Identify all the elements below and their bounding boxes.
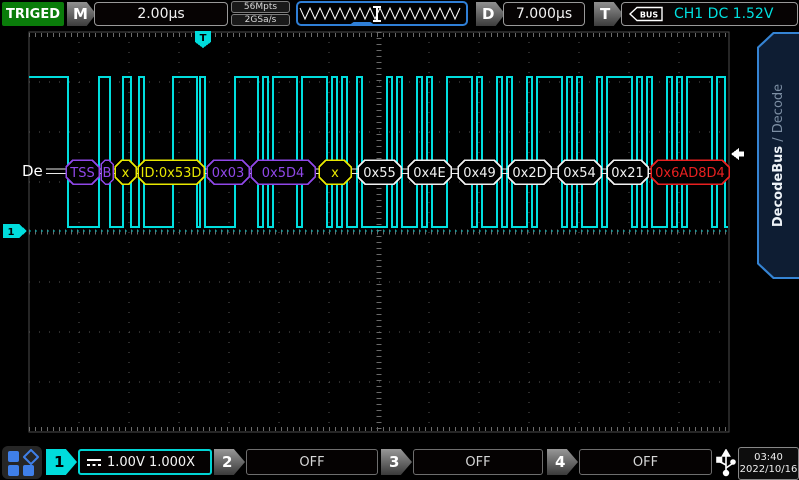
decode-frame-value: TSS	[69, 166, 94, 181]
menu-icon-diamond	[23, 449, 40, 466]
channel1-scale: 1.00V 1.000X	[107, 455, 195, 470]
decode-frame-value: 0x6AD8D4	[655, 166, 725, 181]
decode-frame-value: ID:0x53D	[141, 166, 202, 181]
channel4-badge[interactable]: 4	[547, 449, 578, 475]
decode-menu-tab[interactable]: DecodeBus / Decode	[757, 32, 799, 279]
trigger-source-value: CH1 DC 1.52V	[674, 6, 773, 22]
menu-icon-square	[8, 465, 19, 476]
datetime-display: 03:40 2022/10/16	[738, 447, 799, 480]
timebase-badge[interactable]: M	[67, 2, 96, 26]
trigger-position-label: T	[200, 33, 207, 44]
clock-time: 03:40	[754, 452, 783, 464]
bottom-channel-bar: 1 1.00V 1.000X 2 OFF 3 OFF 4 OFF 03:40 2…	[0, 446, 799, 480]
channel1-settings[interactable]: 1.00V 1.000X	[78, 449, 212, 475]
channel2-settings[interactable]: OFF	[246, 449, 378, 475]
decode-frame-value: B	[103, 166, 112, 181]
decode-frame-value: x	[331, 166, 339, 181]
decode-frame-value: 0x54	[563, 166, 596, 181]
channel3-badge[interactable]: 3	[381, 449, 412, 475]
delay-value[interactable]: 7.000µs	[503, 2, 585, 26]
decode-frame-value: 0x2D	[512, 166, 546, 181]
channel1-badge[interactable]: 1	[46, 449, 77, 475]
scope-display: T 1 TSS Bx ID:0x53D 0x03 0x5D4 x 0x55 0x4E 0x49 0x2…	[0, 0, 799, 480]
menu-icon-square	[8, 451, 19, 462]
delay-badge[interactable]: D	[476, 2, 505, 26]
decode-menu-tab-inner: DecodeBus / Decode	[759, 34, 799, 277]
trigger-status-badge: TRIGED	[2, 2, 64, 26]
decode-bus-label: De	[22, 162, 43, 180]
dc-coupling-icon	[86, 457, 102, 468]
top-status-bar: TRIGED M 2.00µs 56Mpts 2GSa/s D 7.000µs …	[0, 0, 799, 28]
memory-depth: 56Mpts	[231, 1, 290, 13]
channel4-settings[interactable]: OFF	[579, 449, 712, 475]
decode-frame-value: 0x4E	[413, 166, 445, 181]
decode-frame-value: 0x21	[611, 166, 644, 181]
decode-menu-tab-label: DecodeBus / Decode	[772, 84, 787, 227]
decode-frame-value: 0x55	[363, 166, 396, 181]
decode-frame-value: x	[122, 166, 130, 181]
waveform-preview[interactable]	[296, 1, 468, 26]
preview-zigzag	[298, 3, 466, 24]
menu-icon-square	[23, 465, 34, 476]
sample-rate: 2GSa/s	[231, 14, 290, 26]
decode-frame-value: 0x03	[212, 166, 245, 181]
timebase-value[interactable]: 2.00µs	[94, 2, 228, 26]
channel2-badge[interactable]: 2	[214, 449, 245, 475]
bus-trigger-icon: BUS	[628, 6, 664, 22]
decode-frame-value: 0x5D4	[262, 166, 305, 181]
trigger-badge[interactable]: T	[594, 2, 623, 26]
usb-icon	[715, 449, 737, 477]
decode-frame-value: 0x49	[463, 166, 496, 181]
clock-date: 2022/10/16	[740, 464, 798, 476]
trigger-level-arrow-icon[interactable]	[731, 148, 744, 160]
trigger-source-box[interactable]: BUS CH1 DC 1.52V	[621, 2, 798, 26]
channel1-marker-label: 1	[8, 227, 15, 238]
channel3-settings[interactable]: OFF	[413, 449, 543, 475]
menu-button[interactable]	[2, 446, 42, 479]
svg-text:BUS: BUS	[640, 11, 659, 20]
